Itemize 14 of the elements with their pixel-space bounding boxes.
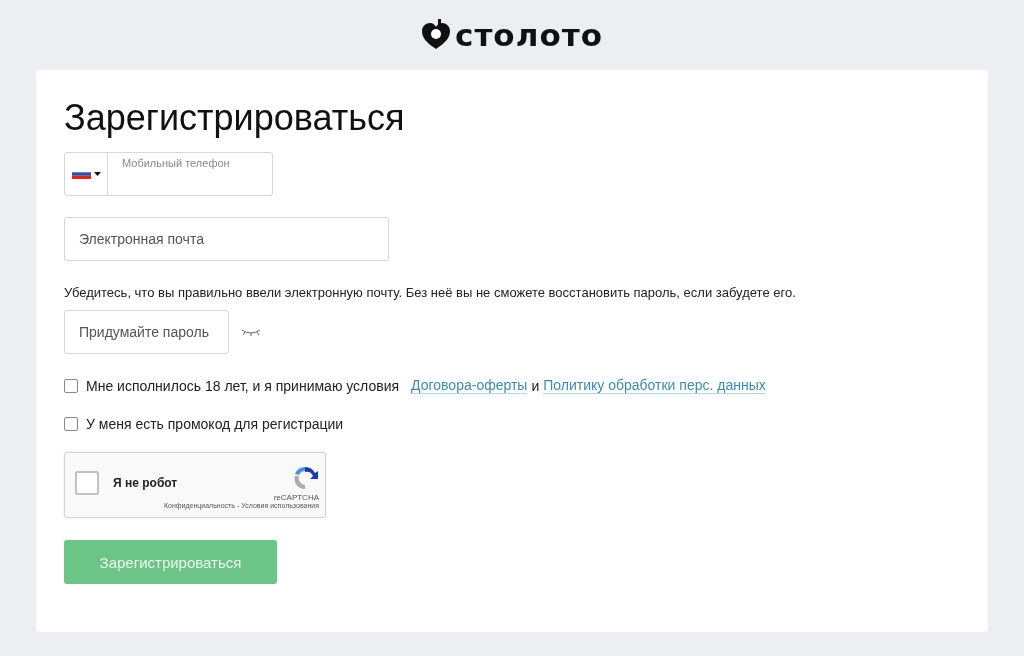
offer-link[interactable]: Договора-оферты [411, 377, 528, 394]
recaptcha-brand: reCAPTCHA [273, 492, 319, 502]
conjunction-text: и [531, 377, 540, 394]
brand-logo-text: столото [455, 17, 603, 53]
email-hint: Убедитесь, что вы правильно ввели электронную почту. Без неё вы не сможете восстановить пароль, если забудете его. [64, 285, 796, 300]
privacy-policy-link[interactable]: Политику обработки перс. данных [543, 377, 766, 394]
captcha-label: Я не робот [113, 475, 178, 490]
phone-input[interactable]: Мобильный телефон [108, 153, 272, 195]
page-title: Зарегистрироваться [64, 96, 405, 140]
agreement-label: Мне исполнилось 18 лет, и я принимаю условия [86, 377, 400, 394]
promo-label: У меня есть промокод для регистрации [86, 416, 344, 432]
password-field[interactable]: Придумайте пароль [64, 310, 229, 354]
email-field[interactable]: Электронная почта [64, 217, 389, 261]
phone-field[interactable]: Мобильный телефон [64, 152, 273, 196]
